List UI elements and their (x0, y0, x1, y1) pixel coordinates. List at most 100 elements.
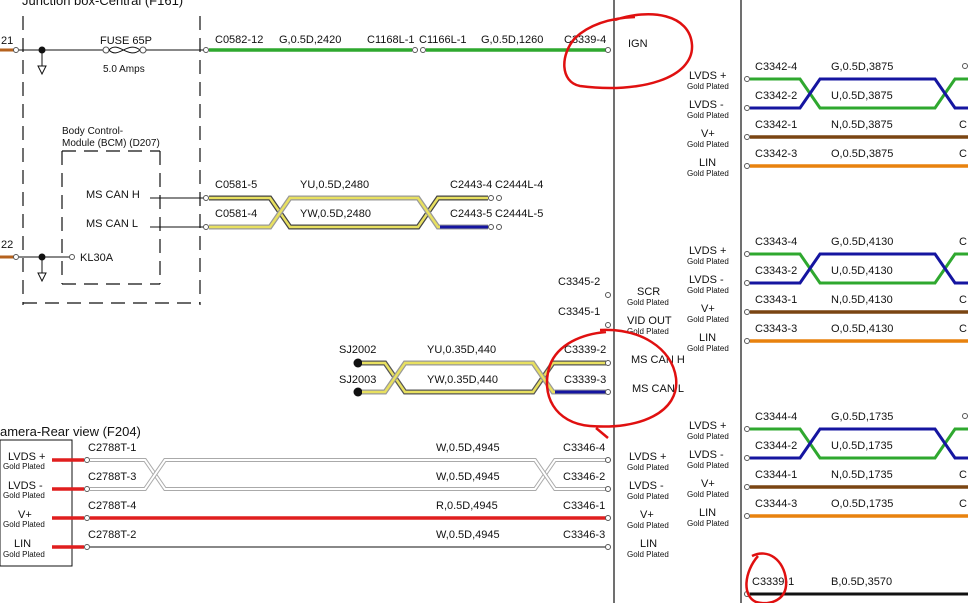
connector-pin (605, 457, 611, 463)
gold-plated-note: Gold Plated (627, 521, 669, 530)
splice-dot (353, 358, 363, 368)
bcm-can-h-label: MS CAN H (86, 189, 140, 201)
v-plus-pin-label: V+ (701, 478, 715, 490)
terminal-number: 21 (1, 35, 13, 47)
connector-label: C3344-4 (755, 411, 797, 423)
wire-label: U,0.5D,3875 (831, 90, 893, 102)
connector-edge-label: C (959, 236, 967, 248)
wire-label: O,0.5D,4130 (831, 323, 893, 335)
connector-pin (496, 195, 502, 201)
v-plus-pin-label: V+ (701, 303, 715, 315)
connector-pin (412, 47, 418, 53)
v-plus-pin-label: V+ (640, 509, 654, 521)
connector-label: C3343-1 (755, 294, 797, 306)
lvds-minus-pin-label: LVDS - (689, 274, 724, 286)
connector-pin (605, 360, 611, 366)
connector-pin (488, 224, 494, 230)
wire-label: G,0.5D,3875 (831, 61, 893, 73)
connector-edge-label: C (959, 148, 967, 160)
connector-pin (605, 515, 611, 521)
wire-label: B,0.5D,3570 (831, 576, 892, 588)
connector-label: C3344-2 (755, 440, 797, 452)
wire-label: W,0.5D,4945 (436, 529, 500, 541)
wire-label: YW,0.35D,440 (427, 374, 498, 386)
connector-pin (744, 455, 750, 461)
gold-plated-note: Gold Plated (3, 462, 45, 471)
splice-label: SJ2002 (339, 344, 376, 356)
wire-label: G,0.5D,4130 (831, 236, 893, 248)
connector-pin (13, 47, 19, 53)
camera-title: amera-Rear view (F204) (0, 424, 141, 439)
gold-plated-note: Gold Plated (687, 315, 729, 324)
connector-pin (744, 426, 750, 432)
gold-plated-note: Gold Plated (687, 344, 729, 353)
twisted-pair-white (90, 458, 606, 491)
wire-label: N,0.5D,4130 (831, 294, 893, 306)
connector-label: C0581-5 (215, 179, 257, 191)
wire-label: W,0.5D,4945 (436, 471, 500, 483)
connector-pin (744, 484, 750, 490)
connector-edge-label: C (959, 119, 967, 131)
connector-pin (203, 47, 209, 53)
wire-label: O,0.5D,3875 (831, 148, 893, 160)
connector-pin (203, 195, 209, 201)
connector-pin (203, 224, 209, 230)
connector-pin (605, 47, 611, 53)
wire-label: YW,0.5D,2480 (300, 208, 371, 220)
wire-label: R,0.5D,4945 (436, 500, 498, 512)
connector-pin (69, 254, 75, 260)
ms-can-h-pin-label: MS CAN H (631, 354, 685, 366)
connector-label: C2788T-1 (88, 442, 136, 454)
connector-label: C3343-2 (755, 265, 797, 277)
connector-label: C0581-4 (215, 208, 257, 220)
connector-label: C0582-12 (215, 34, 263, 46)
connector-pin (962, 63, 968, 69)
lvds-plus-pin-label: LVDS + (689, 245, 726, 257)
connector-label: C2444L-4 (495, 179, 543, 191)
splice-dot (353, 387, 363, 397)
connector-pin (84, 515, 90, 521)
connector-label: C3342-3 (755, 148, 797, 160)
wire-label: W,0.5D,4945 (436, 442, 500, 454)
connector-pin (744, 105, 750, 111)
connector-pin (605, 389, 611, 395)
gold-plated-note: Gold Plated (3, 550, 45, 559)
ground-symbol (37, 65, 47, 76)
right-group: LVDS + Gold Plated LVDS - Gold Plated V+… (687, 411, 968, 528)
connector-pin (605, 322, 611, 328)
right-group: LVDS + Gold Plated LVDS - Gold Plated V+… (687, 61, 968, 178)
wiring-diagram: Junction box-Central (F161) 21 FUSE 65P … (0, 0, 968, 603)
connector-pin (744, 280, 750, 286)
connector-pin (744, 338, 750, 344)
bcm-label: Body Control- (62, 126, 123, 137)
connector-label: C2443-4 (450, 179, 492, 191)
fuse-amps: 5.0 Amps (103, 64, 145, 75)
connector-label: C3342-4 (755, 61, 797, 73)
gold-plated-note: Gold Plated (3, 491, 45, 500)
gold-plated-note: Gold Plated (687, 82, 729, 91)
connector-label: C3344-1 (755, 469, 797, 481)
lvds-plus-pin-label: LVDS + (629, 451, 666, 463)
fuse-terminal (102, 46, 110, 54)
connector-pin (84, 544, 90, 550)
wire-label: O,0.5D,1735 (831, 498, 893, 510)
connector-label: C3339-3 (564, 374, 606, 386)
kl30a-label: KL30A (80, 252, 114, 264)
wire-label: G,0.5D,1735 (831, 411, 893, 423)
wire-label: G,0.5D,1260 (481, 34, 543, 46)
connector-label: C2788T-4 (88, 500, 136, 512)
splice-label: SJ2003 (339, 374, 376, 386)
gold-plated-note: Gold Plated (687, 286, 729, 295)
connector-pin (488, 195, 494, 201)
gold-plated-note: Gold Plated (687, 169, 729, 178)
ground-symbol (37, 272, 47, 283)
connector-label: C1166L-1 (419, 34, 467, 46)
gold-plated-note: Gold Plated (627, 550, 669, 559)
connector-label: C2444L-5 (495, 208, 543, 220)
lvds-minus-pin-label: LVDS - (629, 480, 664, 492)
fuse-terminal (139, 46, 147, 54)
connector-pin (744, 513, 750, 519)
connector-label: C3345-1 (558, 306, 600, 318)
wire-label: U,0.5D,1735 (831, 440, 893, 452)
connector-label: C3343-4 (755, 236, 797, 248)
